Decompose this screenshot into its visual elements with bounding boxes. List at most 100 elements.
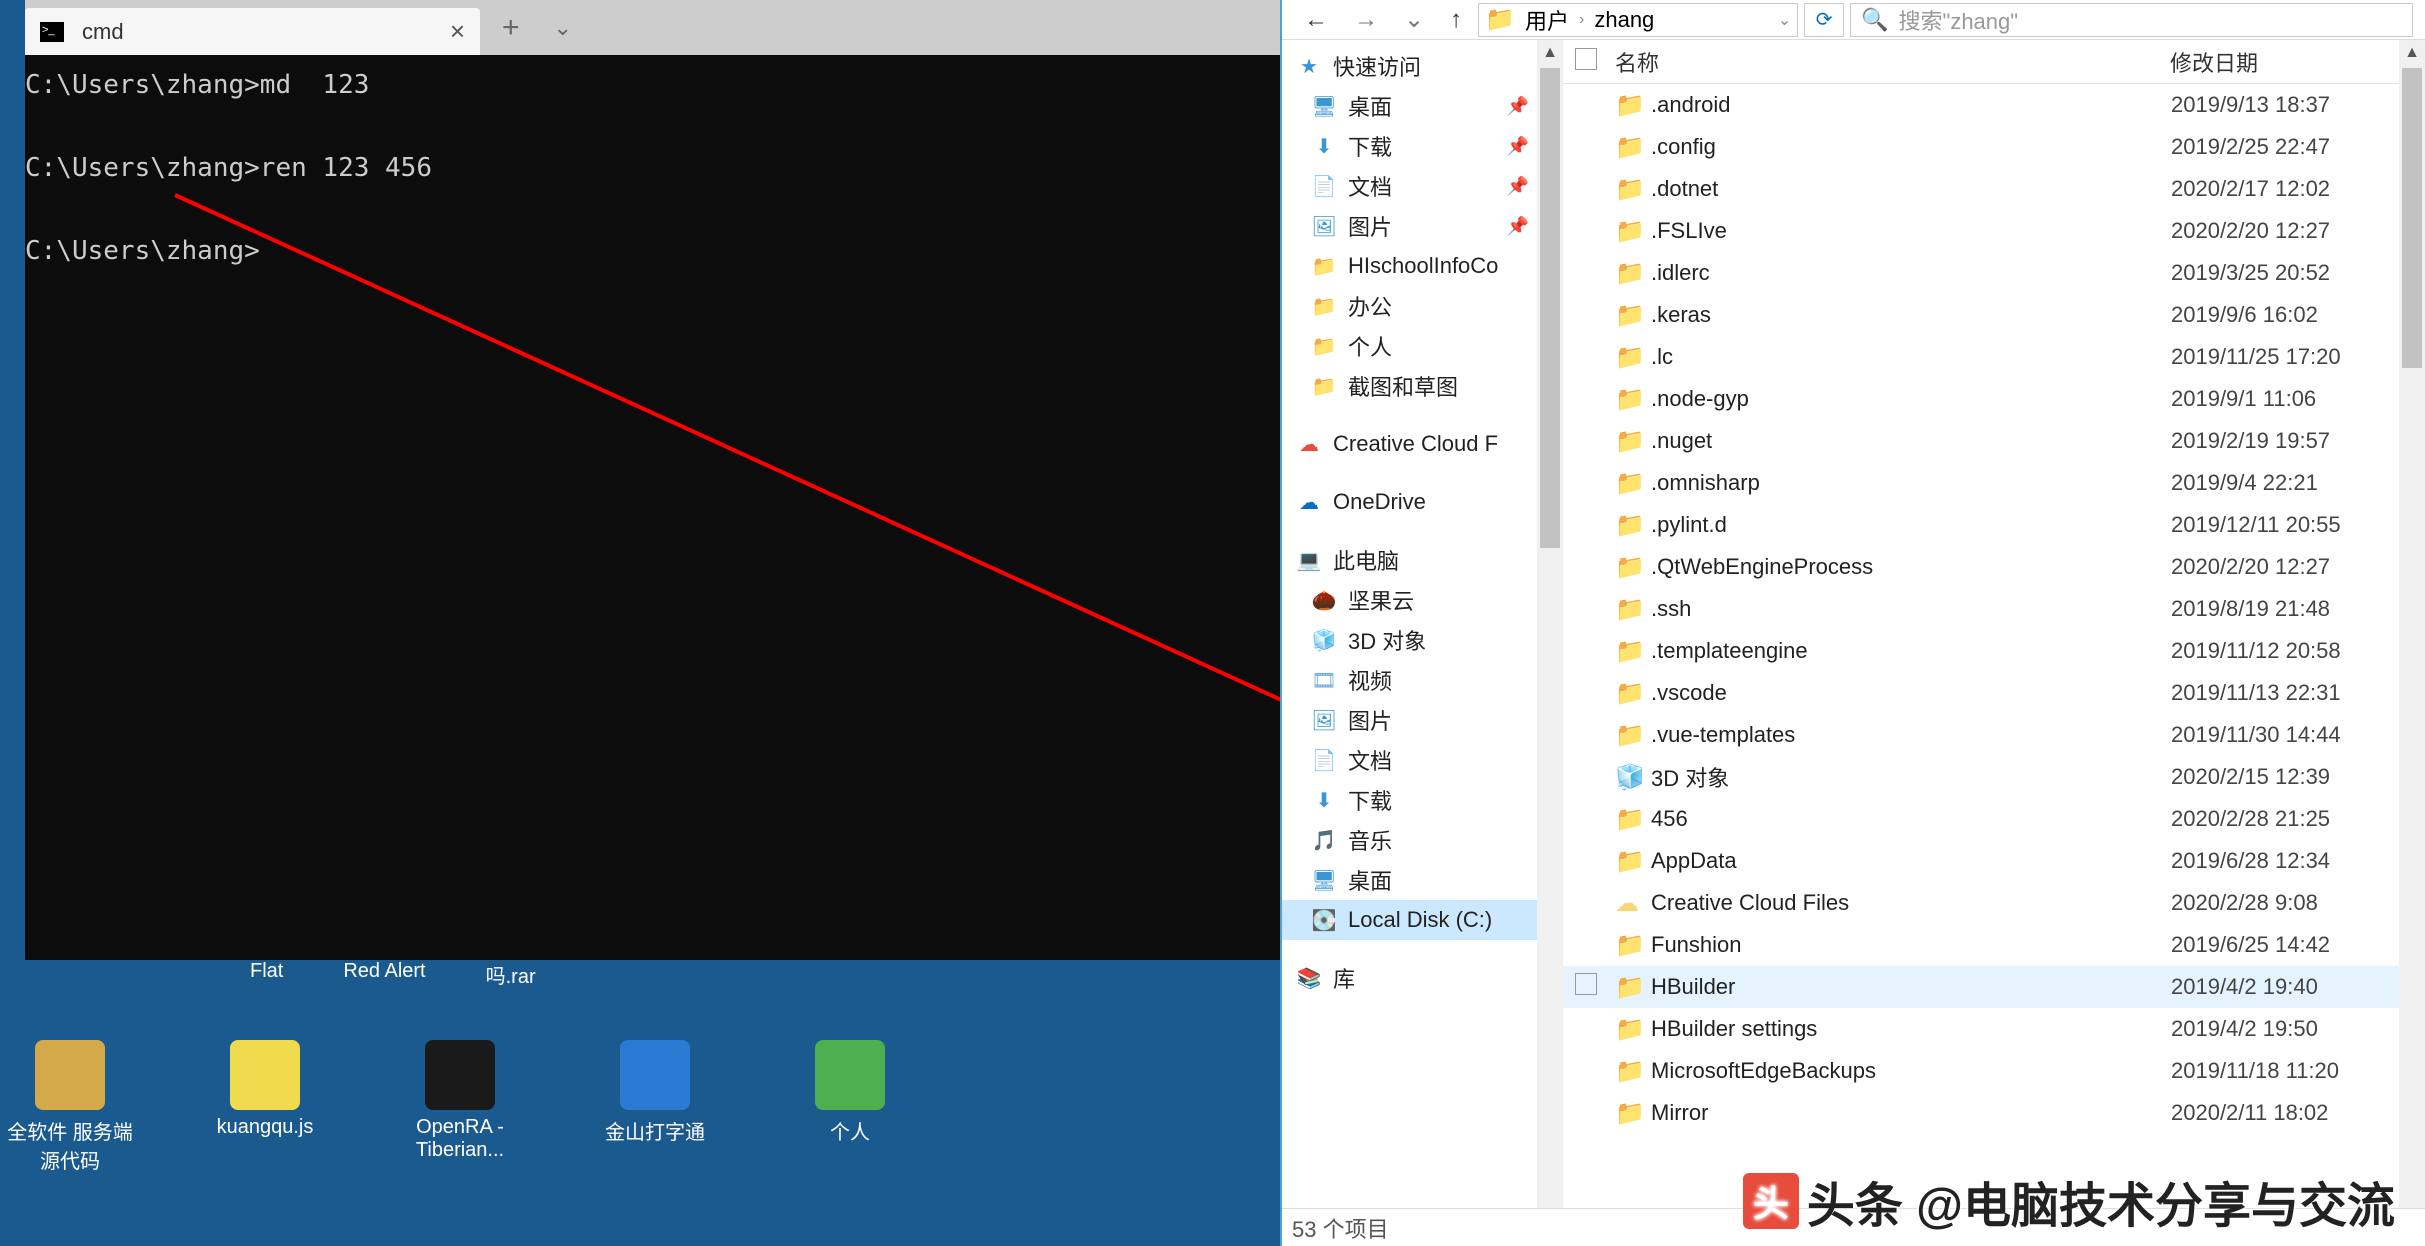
desktop-label[interactable]: Flat — [250, 960, 283, 989]
folder-icon: 📁 — [1615, 973, 1651, 1002]
nav-item[interactable]: 📁HIschoolInfoCo — [1282, 246, 1537, 286]
list-scrollbar[interactable]: ▲ ▼ — [2399, 40, 2425, 1246]
file-row[interactable]: 📁.node-gyp2019/9/1 11:06 — [1563, 378, 2399, 420]
nav-item[interactable]: 📁办公 — [1282, 286, 1537, 326]
nav-label: Creative Cloud F — [1333, 431, 1498, 457]
column-date[interactable]: 修改日期 — [2170, 46, 2399, 78]
file-name: MicrosoftEdgeBackups — [1651, 1058, 2171, 1084]
scroll-up-icon[interactable]: ▲ — [1537, 40, 1563, 66]
nav-item[interactable]: 🎞视频 — [1282, 660, 1537, 700]
folder-icon: 📁 — [1615, 721, 1651, 750]
file-row[interactable]: 📁.vscode2019/11/13 22:31 — [1563, 672, 2399, 714]
nav-item[interactable]: 📁个人 — [1282, 326, 1537, 366]
terminal-tab[interactable]: cmd × — [25, 8, 480, 55]
nav-item[interactable]: 📚库 — [1282, 958, 1537, 998]
file-row[interactable]: 📁.keras2019/9/6 16:02 — [1563, 294, 2399, 336]
file-row[interactable]: 📁AppData2019/6/28 12:34 — [1563, 840, 2399, 882]
tab-dropdown-icon[interactable]: ⌄ — [542, 15, 584, 41]
chevron-down-icon[interactable]: ⌄ — [1778, 10, 1791, 30]
file-row[interactable]: 📁.vue-templates2019/11/30 14:44 — [1563, 714, 2399, 756]
nav-item[interactable]: 🖥桌面📌 — [1282, 86, 1537, 126]
file-row[interactable]: 📁HBuilder2019/4/2 19:40 — [1563, 966, 2399, 1008]
desktop-icon[interactable]: 个人 — [780, 1040, 920, 1174]
nav-scrollbar[interactable]: ▲ ▼ — [1537, 40, 1563, 1246]
file-row[interactable]: 🧊3D 对象2020/2/15 12:39 — [1563, 756, 2399, 798]
search-icon: 🔍 — [1861, 7, 1888, 33]
file-row[interactable]: 📁.lc2019/11/25 17:20 — [1563, 336, 2399, 378]
close-icon[interactable]: × — [450, 16, 465, 47]
file-row[interactable]: 📁.config2019/2/25 22:47 — [1563, 126, 2399, 168]
select-all-checkbox[interactable] — [1575, 48, 1597, 70]
app-icon — [230, 1040, 300, 1110]
breadcrumb-segment[interactable]: zhang — [1590, 7, 1658, 33]
file-row[interactable]: 📁.omnisharp2019/9/4 22:21 — [1563, 462, 2399, 504]
nav-item[interactable]: 🖼图片📌 — [1282, 206, 1537, 246]
file-row[interactable]: 📁Funshion2019/6/25 14:42 — [1563, 924, 2399, 966]
nav-item[interactable]: 🖥桌面 — [1282, 860, 1537, 900]
scroll-thumb[interactable] — [1540, 68, 1560, 548]
desktop-icon[interactable]: 全软件 服务端源代码 — [0, 1040, 140, 1174]
nav-item[interactable]: 🌰坚果云 — [1282, 580, 1537, 620]
file-date: 2019/4/2 19:40 — [2171, 974, 2399, 1000]
forward-button[interactable]: → — [1344, 6, 1388, 34]
nav-item[interactable]: 📄文档 — [1282, 740, 1537, 780]
terminal-body[interactable]: C:\Users\zhang>md 123 C:\Users\zhang>ren… — [25, 55, 1280, 960]
desktop-icon[interactable]: 金山打字通 — [585, 1040, 725, 1174]
folder-icon: 📁 — [1615, 595, 1651, 624]
desktop-icon[interactable]: kuangqu.js — [195, 1040, 335, 1174]
up-button[interactable]: ↑ — [1440, 6, 1472, 34]
nav-label: 视频 — [1348, 664, 1392, 696]
column-name[interactable]: 名称 — [1615, 46, 2170, 78]
nav-item[interactable]: ☁Creative Cloud F — [1282, 424, 1537, 464]
nav-item[interactable]: 📄文档📌 — [1282, 166, 1537, 206]
nav-item[interactable]: 💽Local Disk (C:) — [1282, 900, 1537, 940]
new-tab-button[interactable]: + — [480, 11, 542, 45]
file-row[interactable]: 📁HBuilder settings2019/4/2 19:50 — [1563, 1008, 2399, 1050]
folder-icon: 📁 — [1615, 343, 1651, 372]
desktop-label[interactable]: 吗.rar — [486, 960, 536, 989]
nav-label: OneDrive — [1333, 489, 1426, 515]
file-row[interactable]: ☁Creative Cloud Files2020/2/28 9:08 — [1563, 882, 2399, 924]
file-row[interactable]: 📁.ssh2019/8/19 21:48 — [1563, 588, 2399, 630]
search-input[interactable]: 🔍 搜索"zhang" — [1850, 3, 2413, 37]
file-row[interactable]: 📁.pylint.d2019/12/11 20:55 — [1563, 504, 2399, 546]
file-row[interactable]: 📁.QtWebEngineProcess2020/2/20 12:27 — [1563, 546, 2399, 588]
row-checkbox[interactable] — [1575, 973, 1597, 995]
folder-icon: ⬇ — [1312, 134, 1336, 158]
nav-item[interactable]: 💻此电脑 — [1282, 540, 1537, 580]
file-row[interactable]: 📁.templateengine2019/11/12 20:58 — [1563, 630, 2399, 672]
file-row[interactable]: 📁Mirror2020/2/11 18:02 — [1563, 1092, 2399, 1134]
nav-label: 3D 对象 — [1348, 624, 1426, 656]
folder-icon: 📁 — [1615, 427, 1651, 456]
folder-icon: 📁 — [1615, 217, 1651, 246]
scroll-thumb[interactable] — [2402, 68, 2422, 368]
file-row[interactable]: 📁4562020/2/28 21:25 — [1563, 798, 2399, 840]
folder-icon: 📁 — [1615, 385, 1651, 414]
nav-item[interactable]: ⬇下载 — [1282, 780, 1537, 820]
nav-label: HIschoolInfoCo — [1348, 253, 1498, 279]
back-button[interactable]: ← — [1294, 6, 1338, 34]
address-bar[interactable]: 📁 用户 › zhang ⌄ — [1478, 3, 1798, 37]
file-date: 2019/4/2 19:50 — [2171, 1016, 2399, 1042]
chevron-down-icon[interactable]: ⌄ — [1394, 5, 1434, 34]
nav-item[interactable]: 🖼图片 — [1282, 700, 1537, 740]
refresh-button[interactable]: ⟳ — [1804, 3, 1844, 37]
file-row[interactable]: 📁.dotnet2020/2/17 12:02 — [1563, 168, 2399, 210]
nav-item[interactable]: ⬇下载📌 — [1282, 126, 1537, 166]
scroll-up-icon[interactable]: ▲ — [2399, 40, 2425, 66]
file-date: 2019/11/13 22:31 — [2171, 680, 2399, 706]
file-row[interactable]: 📁MicrosoftEdgeBackups2019/11/18 11:20 — [1563, 1050, 2399, 1092]
nav-item[interactable]: 📁截图和草图 — [1282, 366, 1537, 406]
nav-item[interactable]: 🎵音乐 — [1282, 820, 1537, 860]
breadcrumb-segment[interactable]: 用户 — [1521, 4, 1573, 36]
nav-item[interactable]: ★快速访问 — [1282, 46, 1537, 86]
nav-item[interactable]: ☁OneDrive — [1282, 482, 1537, 522]
file-row[interactable]: 📁.idlerc2019/3/25 20:52 — [1563, 252, 2399, 294]
file-row[interactable]: 📁.android2019/9/13 18:37 — [1563, 84, 2399, 126]
nav-item[interactable]: 🧊3D 对象 — [1282, 620, 1537, 660]
nav-label: 图片 — [1348, 704, 1392, 736]
file-row[interactable]: 📁.nuget2019/2/19 19:57 — [1563, 420, 2399, 462]
desktop-icon[interactable]: OpenRA - Tiberian... — [390, 1040, 530, 1174]
file-row[interactable]: 📁.FSLIve2020/2/20 12:27 — [1563, 210, 2399, 252]
desktop-label[interactable]: Red Alert — [343, 960, 425, 989]
